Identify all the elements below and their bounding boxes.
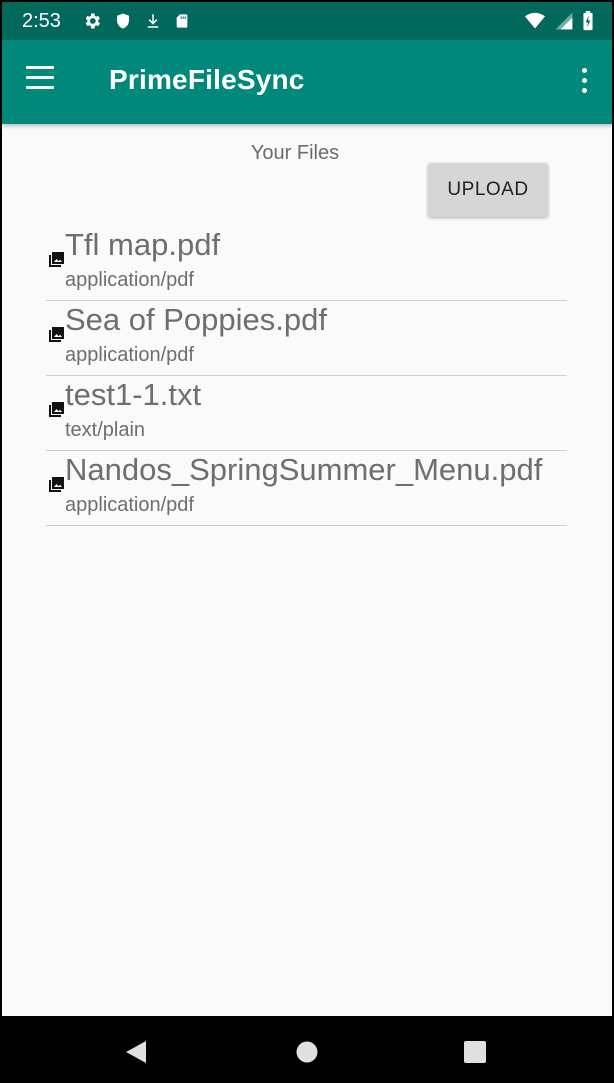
file-list-item[interactable]: Tfl map.pdf application/pdf bbox=[46, 226, 567, 301]
file-type: application/pdf bbox=[65, 269, 194, 291]
overflow-menu-icon[interactable] bbox=[576, 68, 592, 98]
battery-icon bbox=[582, 11, 594, 36]
file-name: Nandos_SpringSummer_Menu.pdf bbox=[65, 452, 543, 487]
app-title: PrimeFileSync bbox=[109, 64, 305, 95]
status-icons-left bbox=[82, 11, 190, 36]
app-bar: PrimeFileSync bbox=[2, 40, 612, 124]
file-list: Tfl map.pdf application/pdf Sea of Poppi… bbox=[46, 226, 567, 526]
file-type: text/plain bbox=[65, 419, 146, 441]
image-icon bbox=[49, 327, 64, 342]
signal-icon bbox=[554, 11, 574, 36]
gear-icon bbox=[82, 11, 102, 36]
file-name: Sea of Poppies.pdf bbox=[65, 302, 327, 337]
file-type: application/pdf bbox=[65, 494, 194, 516]
file-name: Tfl map.pdf bbox=[65, 227, 221, 262]
image-icon bbox=[49, 402, 64, 417]
file-list-item[interactable]: test1-1.txt text/plain bbox=[46, 376, 567, 451]
image-icon bbox=[49, 252, 64, 267]
download-icon bbox=[144, 11, 162, 36]
system-nav-bar bbox=[0, 1016, 614, 1078]
sd-card-icon bbox=[174, 11, 190, 36]
back-icon[interactable] bbox=[98, 1016, 178, 1078]
upload-button[interactable]: UPLOAD bbox=[428, 163, 548, 217]
file-name: test1-1.txt bbox=[65, 377, 202, 412]
image-icon bbox=[49, 477, 64, 492]
wifi-icon bbox=[524, 11, 546, 36]
menu-icon[interactable] bbox=[22, 66, 58, 96]
shield-icon bbox=[114, 11, 132, 36]
status-time: 2:53 bbox=[22, 10, 61, 32]
file-list-item[interactable]: Nandos_SpringSummer_Menu.pdf application… bbox=[46, 451, 567, 526]
file-list-item[interactable]: Sea of Poppies.pdf application/pdf bbox=[46, 301, 567, 376]
file-type: application/pdf bbox=[65, 344, 194, 366]
recents-icon[interactable] bbox=[435, 1016, 515, 1078]
app-screen: 2:53 PrimeFileSync Your Files UPLOAD Tfl… bbox=[2, 2, 612, 1076]
status-bar: 2:53 bbox=[2, 2, 612, 40]
home-icon[interactable] bbox=[267, 1016, 347, 1078]
section-title: Your Files bbox=[250, 142, 340, 164]
status-icons-right bbox=[524, 11, 594, 36]
